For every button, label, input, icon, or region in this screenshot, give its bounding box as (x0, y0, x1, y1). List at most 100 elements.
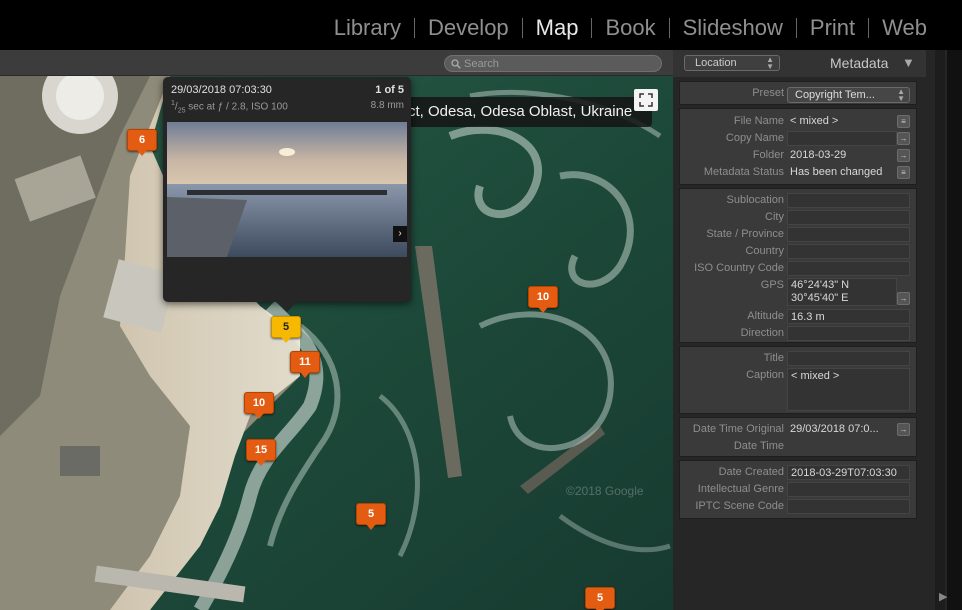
location-section: Sublocation City State / Province Countr… (679, 188, 917, 343)
module-slideshow[interactable]: Slideshow (670, 15, 796, 41)
arrow-right-icon[interactable]: → (897, 292, 910, 305)
gps-latitude: 46°24'43" N (791, 279, 850, 291)
copy-name-row: Copy Name → (680, 130, 918, 147)
city-row: City (680, 209, 918, 226)
file-info-section: File Name < mixed > ≡ Copy Name → Folder… (679, 108, 917, 185)
direction-field[interactable] (787, 326, 910, 341)
panel-edge (947, 50, 962, 610)
photo-marker[interactable]: 5 (356, 503, 386, 530)
date-time-section: Date Time Original 29/03/2018 07:0... → … (679, 417, 917, 457)
folder-label: Folder (752, 149, 784, 161)
module-map[interactable]: Map (523, 15, 592, 41)
folder-row: Folder 2018-03-29 → (680, 147, 918, 164)
select-updown-icon: ▲ ▼ (766, 55, 774, 71)
date-time-original-value: 29/03/2018 07:0... (790, 423, 879, 435)
country-row: Country (680, 243, 918, 260)
date-created-row: Date Created 2018-03-29T07:03:30 (680, 464, 918, 481)
right-panel: Location ▲ ▼ Metadata ▼ Preset Copyright … (673, 50, 962, 610)
preset-section: Preset Copyright Tem... ▲ ▼ (679, 81, 917, 105)
iptc-scene-code-label: IPTC Scene Code (695, 500, 784, 512)
metadata-status-value: Has been changed (790, 166, 883, 178)
photo-marker-selected[interactable]: 5 (271, 316, 301, 343)
popup-photo-count: 1 of 5 (375, 84, 404, 96)
gps-row: GPS 46°24'43" N 30°45'40" E → (680, 277, 918, 307)
title-field[interactable] (787, 351, 910, 366)
popup-focal-length: 8.8 mm (370, 100, 404, 111)
title-caption-section: Title Caption < mixed > (679, 346, 917, 414)
module-print[interactable]: Print (797, 15, 868, 41)
exposure-numerator: 1 (171, 100, 175, 107)
photo-marker[interactable]: 10 (528, 286, 558, 313)
iptc-scene-code-row: IPTC Scene Code (680, 498, 918, 515)
fullscreen-button[interactable] (634, 89, 658, 111)
sublocation-label: Sublocation (726, 194, 785, 206)
photo-marker[interactable]: 11 (290, 351, 320, 378)
metadata-view-select[interactable]: Location ▲ ▼ (684, 55, 780, 71)
date-time-original-label: Date Time Original (692, 423, 784, 435)
popup-thumbnail[interactable]: › (167, 122, 407, 257)
photo-marker[interactable]: 10 (244, 392, 274, 419)
popup-exposure: 1/25 sec at ƒ / 2.8, ISO 100 (171, 100, 288, 115)
date-time-original-row: Date Time Original 29/03/2018 07:0... → (680, 421, 918, 438)
intellectual-genre-row: Intellectual Genre (680, 481, 918, 498)
map-search[interactable] (444, 55, 662, 72)
photo-marker[interactable]: 15 (246, 439, 276, 466)
caption-field[interactable]: < mixed > (787, 368, 910, 411)
date-time-row: Date Time (680, 438, 918, 455)
country-label: Country (745, 245, 784, 257)
module-web[interactable]: Web (869, 15, 940, 41)
sublocation-field[interactable] (787, 193, 910, 208)
module-library[interactable]: Library (321, 15, 414, 41)
module-book[interactable]: Book (592, 15, 668, 41)
city-field[interactable] (787, 210, 910, 225)
photo-popup[interactable]: 29/03/2018 07:03:30 1 of 5 1/25 sec at ƒ… (163, 77, 411, 312)
gps-longitude: 30°45'40" E (791, 292, 849, 304)
satellite-map[interactable]: ct, Odesa, Odesa Oblast, Ukraine ©2018 G… (0, 76, 673, 610)
copy-name-field[interactable] (787, 131, 897, 146)
altitude-field[interactable]: 16.3 m (787, 309, 910, 324)
iptc-scene-code-field[interactable] (787, 499, 910, 514)
gps-label: GPS (760, 279, 784, 291)
module-develop[interactable]: Develop (415, 15, 522, 41)
iso-country-field[interactable] (787, 261, 910, 276)
list-icon[interactable]: ≡ (897, 166, 910, 179)
module-picker-bar: Library Develop Map Book Slideshow Print… (0, 0, 962, 50)
module-list: Library Develop Map Book Slideshow Print… (321, 15, 940, 41)
altitude-row: Altitude 16.3 m (680, 308, 918, 325)
date-created-field[interactable]: 2018-03-29T07:03:30 (787, 465, 910, 480)
arrow-right-icon[interactable]: → (897, 423, 910, 436)
arrow-right-icon[interactable]: → (897, 149, 910, 162)
metadata-status-label: Metadata Status (703, 166, 784, 178)
state-field[interactable] (787, 227, 910, 242)
date-time-label: Date Time (733, 440, 784, 452)
caption-label: Caption (746, 369, 784, 381)
photo-marker[interactable]: 6 (127, 129, 157, 156)
state-label: State / Province (706, 228, 784, 240)
preset-label: Preset (752, 87, 784, 99)
expand-icon (639, 93, 653, 107)
search-icon (451, 58, 461, 69)
direction-row: Direction (680, 325, 918, 342)
panel-scrollbar[interactable] (935, 50, 945, 610)
preset-select[interactable]: Copyright Tem... ▲ ▼ (787, 87, 910, 103)
altitude-label: Altitude (747, 310, 784, 322)
popup-next-button[interactable]: › (393, 226, 407, 242)
collapse-triangle-icon[interactable]: ▼ (902, 55, 915, 70)
map-location-label: ct, Odesa, Odesa Oblast, Ukraine (380, 97, 653, 127)
collapse-right-panel-icon[interactable]: ▶ (939, 590, 947, 603)
caption-row: Caption < mixed > (680, 367, 918, 411)
sublocation-row: Sublocation (680, 192, 918, 209)
search-input[interactable] (464, 57, 654, 70)
country-field[interactable] (787, 244, 910, 259)
arrow-right-icon[interactable]: → (897, 132, 910, 145)
gps-field[interactable]: 46°24'43" N 30°45'40" E (787, 278, 897, 306)
iso-country-row: ISO Country Code (680, 260, 918, 277)
photo-marker[interactable]: 5 (585, 587, 615, 610)
date-created-label: Date Created (718, 466, 784, 478)
exposure-settings: sec at ƒ / 2.8, ISO 100 (185, 101, 288, 113)
title-row: Title (680, 350, 918, 367)
folder-value: 2018-03-29 (790, 149, 847, 161)
file-name-row: File Name < mixed > ≡ (680, 113, 918, 130)
list-icon[interactable]: ≡ (897, 115, 910, 128)
intellectual-genre-field[interactable] (787, 482, 910, 497)
